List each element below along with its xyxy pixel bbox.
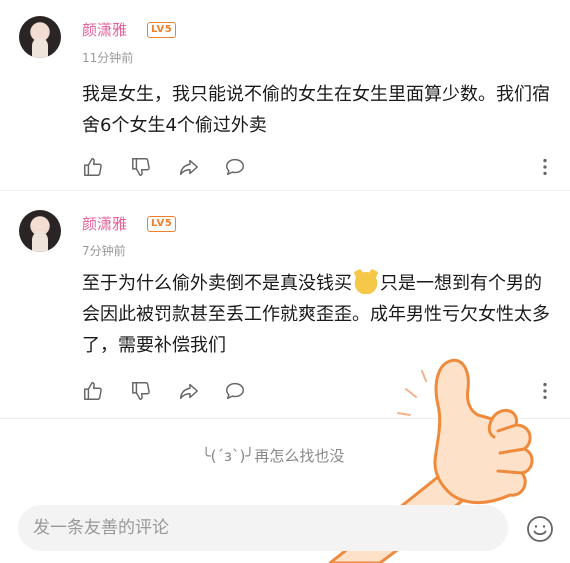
dog-emoji-icon (353, 270, 379, 294)
level-badge: LV5 (147, 22, 177, 38)
more-button[interactable] (532, 154, 558, 180)
more-vertical-icon (543, 158, 547, 176)
divider (0, 418, 570, 419)
thumbs-up-icon (84, 382, 102, 400)
dislike-button[interactable] (128, 378, 154, 404)
comment-actions (80, 378, 555, 404)
like-button[interactable] (80, 378, 106, 404)
username[interactable]: 颜潇雅 (82, 19, 127, 40)
like-button[interactable] (80, 154, 106, 180)
dislike-button[interactable] (128, 154, 154, 180)
comment-bubble-icon (226, 158, 244, 176)
level-badge: LV5 (147, 216, 177, 232)
more-button[interactable] (532, 378, 558, 404)
more-vertical-icon (543, 382, 547, 400)
comment-item: 颜潇雅 LV5 7分钟前 至于为什么偷外卖倒不是真没钱买 只是一想到有个男的会因此… (0, 195, 570, 420)
share-button[interactable] (176, 154, 202, 180)
comment-time: 11分钟前 (82, 51, 134, 65)
comment-input[interactable] (18, 505, 508, 551)
comment-text-part: 至于为什么偷外卖倒不是真没钱买 (82, 273, 352, 294)
thumbs-up-icon (84, 158, 102, 176)
load-more-hint[interactable]: ╰(´з`)╯再怎么找也没 (0, 445, 570, 466)
smiley-icon[interactable] (525, 514, 555, 544)
comment-actions (80, 154, 555, 180)
username[interactable]: 颜潇雅 (82, 213, 127, 234)
comment-text: 至于为什么偷外卖倒不是真没钱买 只是一想到有个男的会因此被罚款甚至丢工作就爽歪歪。… (82, 268, 552, 361)
comment-input-bar[interactable] (18, 505, 508, 551)
comment-time: 7分钟前 (82, 244, 126, 258)
reply-button[interactable] (222, 154, 248, 180)
thumbs-down-icon (132, 158, 150, 176)
comment-text: 我是女生，我只能说不偷的女生在女生里面算少数。我们宿舍6个女生4个偷过外卖 (82, 84, 550, 136)
reply-button[interactable] (222, 378, 248, 404)
share-icon (180, 159, 198, 176)
comment-bubble-icon (226, 382, 244, 400)
divider (0, 190, 570, 191)
avatar[interactable] (19, 16, 61, 58)
comment-item: 颜潇雅 LV5 11分钟前 我是女生，我只能说不偷的女生在女生里面算少数。我们宿… (0, 0, 570, 190)
thumbs-down-icon (132, 382, 150, 400)
avatar[interactable] (19, 210, 61, 252)
share-icon (180, 383, 198, 400)
load-more-text: ╰(´з`)╯再怎么找也没 (201, 447, 345, 465)
share-button[interactable] (176, 378, 202, 404)
